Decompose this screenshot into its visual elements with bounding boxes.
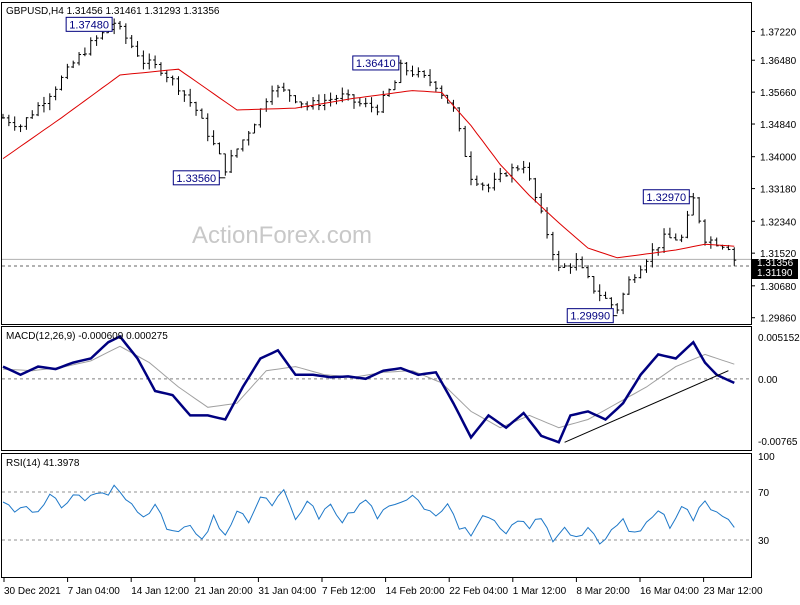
price-axis-label: 1.36480 [760, 56, 797, 67]
swing-annotation-label: 1.36410 [356, 58, 396, 70]
time-axis-label: 7 Jan 04:00 [68, 586, 121, 597]
watermark: ActionForex.com [192, 222, 372, 249]
time-axis-label: 7 Feb 12:00 [322, 586, 376, 597]
price-axis: 1.37220 1.36480 1.35660 1.34840 1.34000 1.331… [751, 27, 797, 325]
price-axis-label: 1.35660 [760, 88, 797, 99]
price-axis-label: 1.37220 [760, 27, 797, 38]
macd-panel-frame [1, 326, 752, 451]
time-axis-label: 16 Mar 04:00 [640, 586, 699, 597]
price-axis-label: 1.34840 [760, 120, 797, 131]
rsi-axis-label: 30 [758, 536, 770, 547]
swing-annotation-label: 1.32970 [646, 192, 686, 204]
rsi-axis-label: 70 [758, 488, 770, 499]
time-axis-label: 23 Mar 12:00 [704, 586, 763, 597]
chart-canvas: ActionForex.com 1.37480 1.33560 1.36410 1.2… [1, 2, 800, 597]
macd-axis-label: 0.005152 [758, 333, 800, 344]
price-axis-label: 1.34000 [760, 153, 797, 164]
time-axis-label: 1 Mar 12:00 [513, 586, 567, 597]
swing-annotation: 1.37480 [65, 16, 115, 32]
price-axis-label: 1.30680 [760, 282, 797, 293]
time-axis-label: 8 Mar 20:00 [576, 586, 630, 597]
swing-annotation: 1.36410 [352, 55, 401, 71]
time-axis-label: 14 Feb 20:00 [386, 586, 445, 597]
rsi-panel-frame [1, 453, 752, 578]
macd-axis-label: 0.00 [758, 375, 778, 386]
price-panel-frame [1, 2, 752, 325]
swing-annotation: 1.32970 [642, 189, 694, 205]
macd-axis-label: -0.00765 [758, 437, 798, 448]
current-price-badge: 1.31356 1.31190 [752, 258, 798, 279]
time-axis-label: 22 Feb 04:00 [449, 586, 508, 597]
price-axis-label: 1.32340 [760, 217, 797, 228]
rsi-axis-label: 100 [758, 452, 775, 463]
time-axis: 30 Dec 2021 7 Jan 04:00 14 Jan 12:00 21 Jan… [3, 578, 763, 597]
macd-title: MACD(12,26,9) -0.000609 0.000275 [6, 331, 168, 342]
price-title: GBPUSD,H4 1.31456 1.31461 1.31293 1.3135… [6, 6, 220, 17]
swing-annotation-label: 1.37480 [69, 19, 109, 31]
time-axis-label: 14 Jan 12:00 [131, 586, 189, 597]
time-axis-label: 21 Jan 20:00 [195, 586, 253, 597]
time-axis-label: 30 Dec 2021 [4, 586, 61, 597]
forex-chart: ActionForex.com 1.37480 1.33560 1.36410 1.2… [0, 0, 800, 600]
price-axis-label: 1.33180 [760, 185, 797, 196]
swing-annotation-label: 1.29990 [570, 311, 610, 323]
time-axis-label: 31 Jan 04:00 [258, 586, 316, 597]
rsi-title: RSI(14) 41.3978 [6, 458, 80, 469]
swing-annotation-label: 1.33560 [176, 173, 216, 185]
swing-annotation: 1.33560 [172, 170, 226, 186]
price-axis-label: 1.29860 [760, 314, 797, 325]
rsi-axis: 100 70 30 [758, 452, 775, 547]
macd-axis: 0.005152 0.00 -0.00765 [758, 333, 800, 448]
current-price-label: 1.31190 [757, 268, 793, 279]
swing-annotation: 1.29990 [566, 308, 618, 324]
